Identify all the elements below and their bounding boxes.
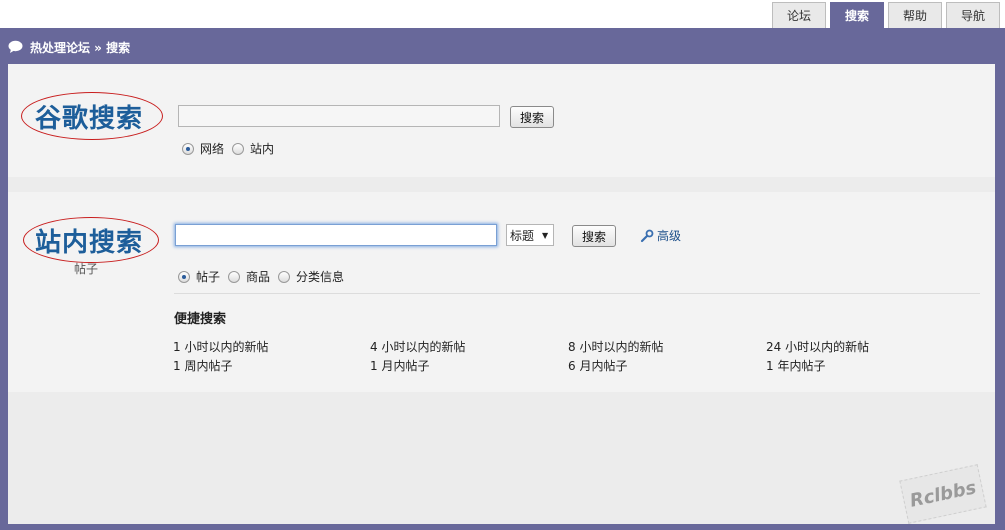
radio-posts-label: 帖子 <box>196 270 221 284</box>
breadcrumb: 热处理论坛 » 搜索 <box>8 38 130 56</box>
quick-link-1w[interactable]: 1 周内帖子 <box>173 357 232 374</box>
radio-web-label: 网络 <box>200 142 225 156</box>
radio-site[interactable] <box>232 142 245 155</box>
tab-search[interactable]: 搜索 <box>830 2 884 28</box>
main-frame: 热处理论坛 » 搜索 谷歌搜索 搜索 网络 站内 站内搜索 帖子 标题 ▼ 搜索… <box>0 28 1005 530</box>
quick-link-6m[interactable]: 6 月内帖子 <box>568 357 627 374</box>
site-search-input[interactable] <box>175 224 497 246</box>
radio-goods-label: 商品 <box>246 270 271 284</box>
radio-classified-label: 分类信息 <box>296 270 345 284</box>
dropdown-arrow-icon: ▼ <box>542 230 549 240</box>
search-panel: 谷歌搜索 搜索 网络 站内 站内搜索 帖子 标题 ▼ 搜索 高级 帖子 商品 分… <box>8 64 995 524</box>
radio-web[interactable] <box>182 142 194 155</box>
breadcrumb-text[interactable]: 热处理论坛 » 搜索 <box>30 39 130 56</box>
advanced-label: 高级 <box>657 229 682 243</box>
tab-forum[interactable]: 论坛 <box>772 2 826 28</box>
google-search-button[interactable]: 搜索 <box>510 106 554 128</box>
site-search-section: 站内搜索 帖子 标题 ▼ 搜索 高级 帖子 商品 分类信息 便捷搜索 1 小时以… <box>8 192 995 392</box>
quick-link-4h[interactable]: 4 小时以内的新帖 <box>370 338 465 355</box>
search-field-select[interactable]: 标题 ▼ <box>506 224 554 246</box>
chat-bubble-icon <box>8 40 24 54</box>
radio-classified[interactable] <box>278 270 291 283</box>
quick-link-1h[interactable]: 1 小时以内的新帖 <box>173 338 268 355</box>
quick-link-1m[interactable]: 1 月内帖子 <box>370 357 429 374</box>
google-search-scope: 网络 站内 <box>182 140 282 157</box>
google-search-section: 谷歌搜索 搜索 网络 站内 <box>8 64 995 177</box>
quick-search-title: 便捷搜索 <box>174 312 227 327</box>
tab-navigation[interactable]: 导航 <box>946 2 1000 28</box>
tab-help[interactable]: 帮助 <box>888 2 942 28</box>
site-search-title: 站内搜索 <box>35 228 144 258</box>
radio-posts[interactable] <box>178 270 190 283</box>
radio-site-label: 站内 <box>250 142 275 156</box>
section-divider <box>174 293 980 294</box>
advanced-search-link[interactable]: 高级 <box>640 227 681 244</box>
quick-link-1y[interactable]: 1 年内帖子 <box>766 357 825 374</box>
quick-link-24h[interactable]: 24 小时以内的新帖 <box>766 338 869 355</box>
wrench-icon <box>640 229 654 242</box>
top-tabs: 论坛 搜索 帮助 导航 <box>772 2 1000 28</box>
site-search-type: 帖子 商品 分类信息 <box>178 268 352 285</box>
radio-goods[interactable] <box>228 270 241 283</box>
google-search-input[interactable] <box>178 105 500 127</box>
quick-link-8h[interactable]: 8 小时以内的新帖 <box>568 338 663 355</box>
site-watermark: Rclbbs <box>899 464 987 524</box>
site-search-button[interactable]: 搜索 <box>572 225 616 247</box>
select-value: 标题 <box>510 228 535 243</box>
google-search-title: 谷歌搜索 <box>35 104 144 134</box>
site-search-sublabel: 帖子 <box>74 262 99 276</box>
